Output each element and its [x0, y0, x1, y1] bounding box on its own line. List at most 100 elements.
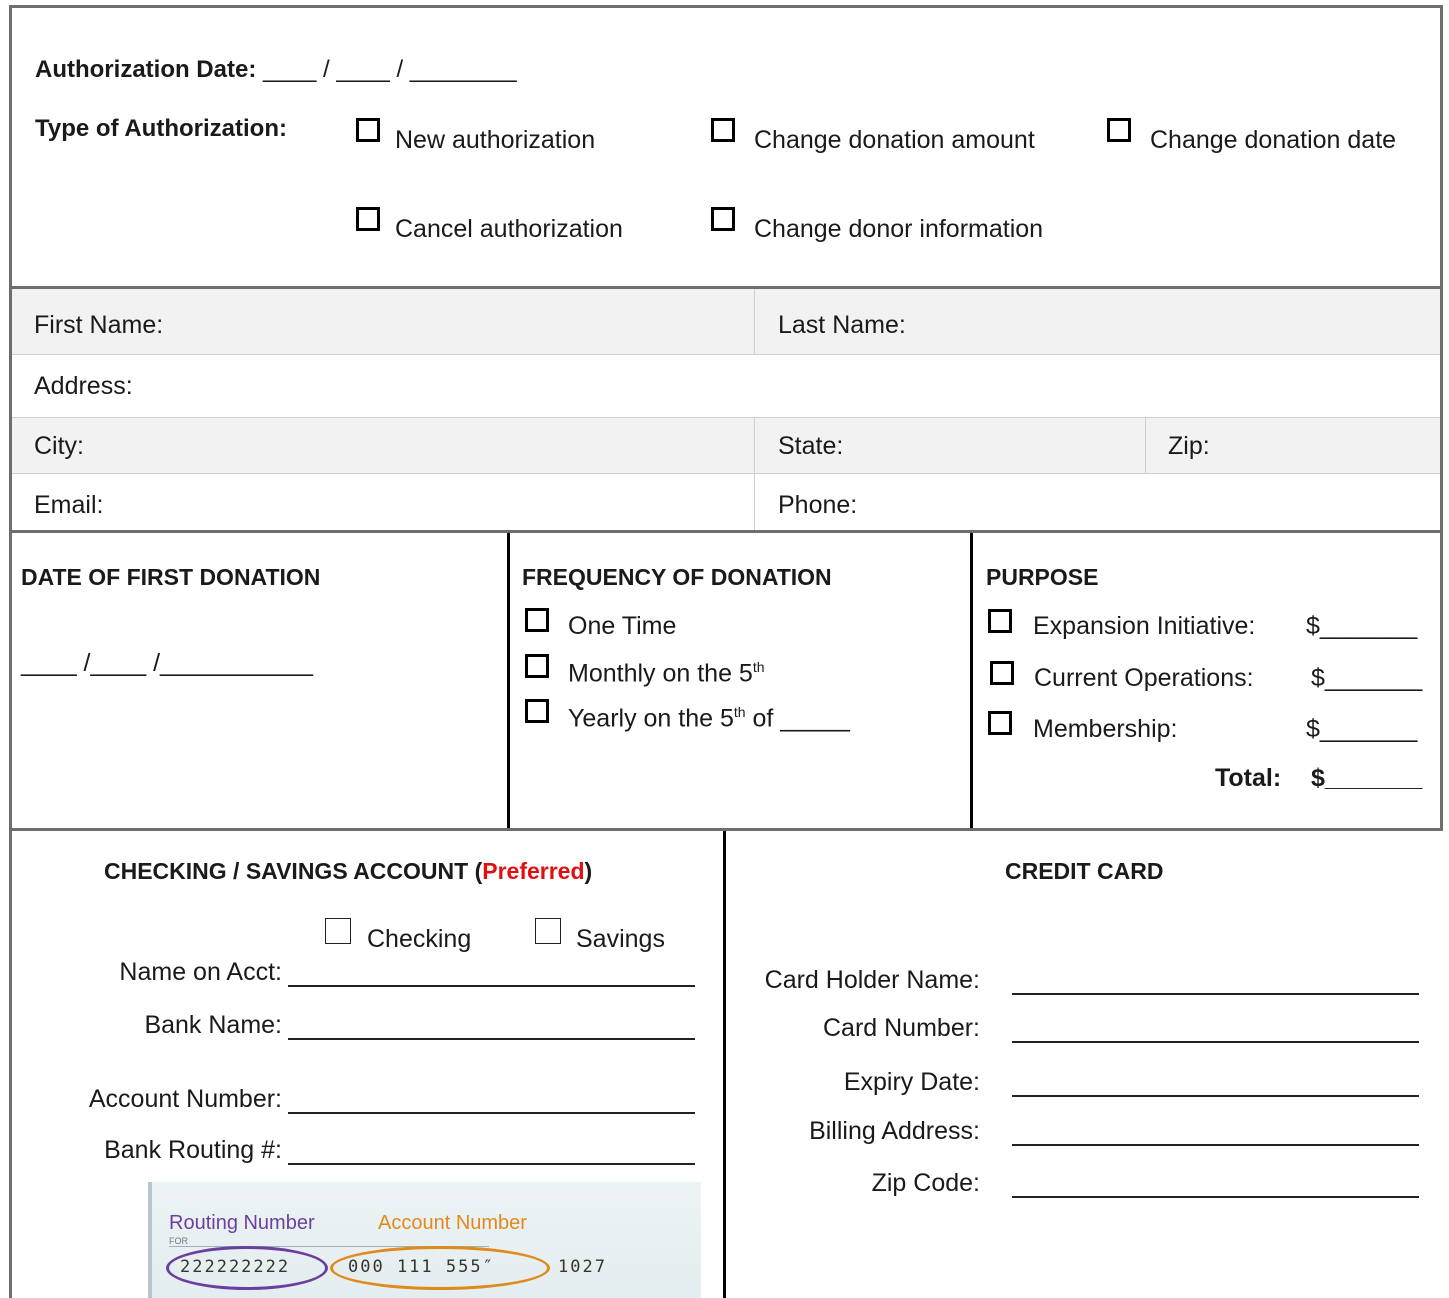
- change-donor-info-checkbox[interactable]: [711, 207, 735, 231]
- savings-checkbox[interactable]: [535, 918, 561, 944]
- yearly-superscript: th: [733, 704, 746, 720]
- email-field[interactable]: Email:: [34, 493, 103, 518]
- bank-name-input[interactable]: [288, 1038, 695, 1040]
- card-number-input[interactable]: [1012, 1041, 1419, 1043]
- zip-code-input[interactable]: [1012, 1196, 1419, 1198]
- phone-field[interactable]: Phone:: [778, 493, 857, 518]
- expansion-label: Expansion Initiative:: [1033, 612, 1256, 640]
- monthly-text: Monthly on the 5: [568, 659, 753, 688]
- one-time-label: One Time: [568, 612, 677, 640]
- one-time-checkbox[interactable]: [525, 608, 549, 632]
- divider-auth: [9, 286, 1443, 289]
- zip-code-label: Zip Code:: [871, 1169, 980, 1197]
- monthly-superscript: th: [752, 659, 765, 675]
- vline-zip: [1145, 418, 1146, 473]
- card-holder-label: Card Holder Name:: [764, 966, 980, 994]
- divider-row-3: [12, 473, 1440, 474]
- preferred-highlight: Preferred: [482, 858, 585, 884]
- new-authorization-checkbox[interactable]: [356, 118, 380, 142]
- change-date-label: Change donation date: [1150, 126, 1397, 154]
- outer-border-top: [9, 5, 1443, 8]
- routing-number-label: Bank Routing #:: [104, 1136, 282, 1164]
- authorization-date: Authorization Date: ____ / ____ / ______…: [35, 58, 517, 82]
- first-name-field[interactable]: First Name:: [34, 313, 163, 338]
- expansion-amount[interactable]: $_______: [1306, 614, 1417, 639]
- authorization-date-blanks[interactable]: ____ / ____ / ________: [263, 56, 517, 83]
- routing-number-caption: Routing Number: [169, 1212, 315, 1234]
- vline-state: [754, 418, 755, 530]
- yearly-checkbox[interactable]: [525, 699, 549, 723]
- check-for-label: FOR: [169, 1236, 188, 1246]
- check-sample-image: Routing Number Account Number FOR 222222…: [148, 1182, 701, 1298]
- row-first-name-bg: [12, 289, 1440, 354]
- name-on-acct-label: Name on Acct:: [119, 958, 282, 986]
- change-amount-checkbox[interactable]: [711, 118, 735, 142]
- yearly-text: Yearly on the 5: [568, 704, 734, 733]
- expansion-checkbox[interactable]: [988, 609, 1012, 633]
- membership-checkbox[interactable]: [988, 711, 1012, 735]
- checking-heading-text: CHECKING / SAVINGS ACCOUNT (: [104, 858, 483, 884]
- vline-payment: [723, 831, 726, 1298]
- vline-section-1: [507, 533, 510, 830]
- check-left-edge: [148, 1182, 152, 1298]
- first-donation-heading: DATE OF FIRST DONATION: [21, 564, 321, 590]
- monthly-checkbox[interactable]: [525, 654, 549, 678]
- total-amount[interactable]: $_______: [1311, 766, 1422, 791]
- city-field[interactable]: City:: [34, 434, 84, 459]
- total-label: Total:: [1215, 764, 1282, 792]
- authorization-date-label: Authorization Date:: [35, 56, 257, 83]
- card-holder-input[interactable]: [1012, 993, 1419, 995]
- name-on-acct-input[interactable]: [288, 985, 695, 987]
- bank-name-label: Bank Name:: [144, 1011, 282, 1039]
- expiry-date-label: Expiry Date:: [843, 1068, 980, 1096]
- zip-field[interactable]: Zip:: [1168, 434, 1210, 459]
- checking-heading-close: ): [584, 858, 593, 884]
- expiry-date-input[interactable]: [1012, 1095, 1419, 1097]
- billing-address-label: Billing Address:: [809, 1117, 980, 1145]
- operations-label: Current Operations:: [1034, 664, 1254, 692]
- vline-name: [754, 289, 755, 354]
- routing-digits: 222222222: [180, 1257, 291, 1277]
- checking-label: Checking: [367, 925, 472, 953]
- routing-number-input[interactable]: [288, 1163, 695, 1165]
- savings-label: Savings: [576, 925, 665, 953]
- change-date-checkbox[interactable]: [1107, 118, 1131, 142]
- vline-section-2: [970, 533, 973, 830]
- change-amount-label: Change donation amount: [754, 126, 1035, 154]
- monthly-label: Monthly on the 5th: [568, 660, 765, 686]
- first-donation-date-blanks[interactable]: ____ /____ /___________: [21, 651, 313, 676]
- change-donor-info-label: Change donor information: [754, 215, 1044, 243]
- frequency-heading: FREQUENCY OF DONATION: [522, 564, 832, 590]
- outer-border-right: [1440, 5, 1443, 830]
- state-field[interactable]: State:: [778, 434, 843, 459]
- account-number-caption: Account Number: [378, 1212, 527, 1234]
- cancel-authorization-checkbox[interactable]: [356, 207, 380, 231]
- card-number-label: Card Number:: [823, 1014, 980, 1042]
- checking-checkbox[interactable]: [325, 918, 351, 944]
- account-digits: 000 111 555″: [348, 1257, 495, 1277]
- membership-label: Membership:: [1033, 715, 1178, 743]
- new-authorization-label: New authorization: [395, 126, 596, 154]
- credit-card-heading: CREDIT CARD: [1005, 858, 1164, 884]
- purpose-heading: PURPOSE: [986, 564, 1099, 590]
- check-number-digits: 1027: [558, 1257, 607, 1277]
- membership-amount[interactable]: $_______: [1306, 717, 1417, 742]
- operations-amount[interactable]: $_______: [1311, 666, 1422, 691]
- cancel-authorization-label: Cancel authorization: [395, 215, 623, 243]
- divider-row-1: [12, 354, 1440, 355]
- billing-address-input[interactable]: [1012, 1144, 1419, 1146]
- address-field[interactable]: Address:: [34, 374, 133, 399]
- row-city-bg: [12, 418, 1440, 473]
- last-name-field[interactable]: Last Name:: [778, 313, 906, 338]
- divider-payment-top: [9, 828, 1443, 831]
- yearly-label: Yearly on the 5th of _____: [568, 705, 850, 731]
- operations-checkbox[interactable]: [990, 661, 1014, 685]
- account-number-label: Account Number:: [88, 1085, 282, 1113]
- yearly-month-blank[interactable]: of _____: [746, 704, 850, 732]
- account-number-input[interactable]: [288, 1112, 695, 1114]
- checking-heading: CHECKING / SAVINGS ACCOUNT (Preferred): [104, 860, 592, 883]
- divider-donor-bottom: [9, 530, 1443, 533]
- authorization-type-label: Type of Authorization:: [35, 115, 287, 142]
- outer-border-left: [9, 5, 12, 1298]
- divider-row-2: [12, 417, 1440, 418]
